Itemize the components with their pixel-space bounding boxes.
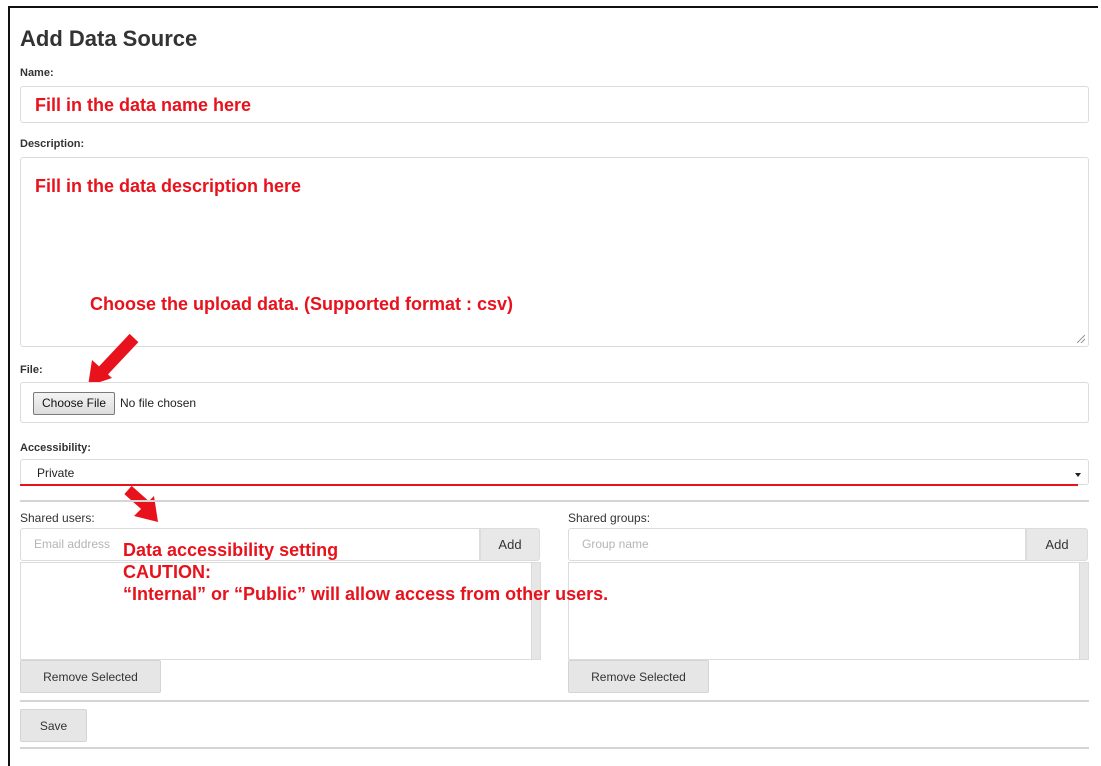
shared-users-list[interactable] [20,562,541,660]
upload-hint-annotation: Choose the upload data. (Supported forma… [90,294,514,314]
choose-file-button[interactable]: Choose File [33,392,115,415]
arrow-icon [124,485,158,522]
accessibility-underline-annotation [20,484,1078,486]
shared-users-placeholder: Email address [34,537,111,551]
shared-groups-input[interactable]: Group name [568,528,1026,561]
accessibility-selected-value: Private [37,466,75,480]
remove-selected-users-button[interactable]: Remove Selected [20,660,161,693]
arrow-icon [88,333,139,386]
description-hint-annotation: Fill in the data description here [35,176,302,196]
chevron-down-icon [1075,473,1081,477]
description-label: Description: [20,138,85,150]
shared-groups-placeholder: Group name [582,537,649,551]
scrollbar[interactable] [531,563,540,659]
access-annotation-title: Data accessibility setting [123,540,339,560]
add-group-button[interactable]: Add [1026,528,1088,561]
resize-grip-icon[interactable] [1077,335,1085,343]
accessibility-select[interactable] [20,459,1089,485]
remove-selected-groups-button[interactable]: Remove Selected [568,660,709,693]
file-label: File: [20,364,43,376]
shared-groups-label: Shared groups: [568,511,651,525]
name-label: Name: [20,67,54,79]
section-divider [20,700,1089,702]
name-hint-annotation: Fill in the data name here [35,95,252,115]
section-divider [20,747,1089,749]
save-button[interactable]: Save [20,709,87,742]
section-divider [20,500,1089,502]
page-title: Add Data Source [20,26,198,51]
shared-groups-list[interactable] [568,562,1089,660]
access-annotation-caution: CAUTION: [123,562,211,582]
access-annotation-warning: “Internal” or “Public” will allow access… [123,584,609,604]
add-user-button[interactable]: Add [480,528,540,561]
file-status-text: No file chosen [120,396,197,410]
accessibility-label: Accessibility: [20,442,91,454]
scrollbar[interactable] [1079,563,1088,659]
shared-users-label: Shared users: [20,511,95,525]
